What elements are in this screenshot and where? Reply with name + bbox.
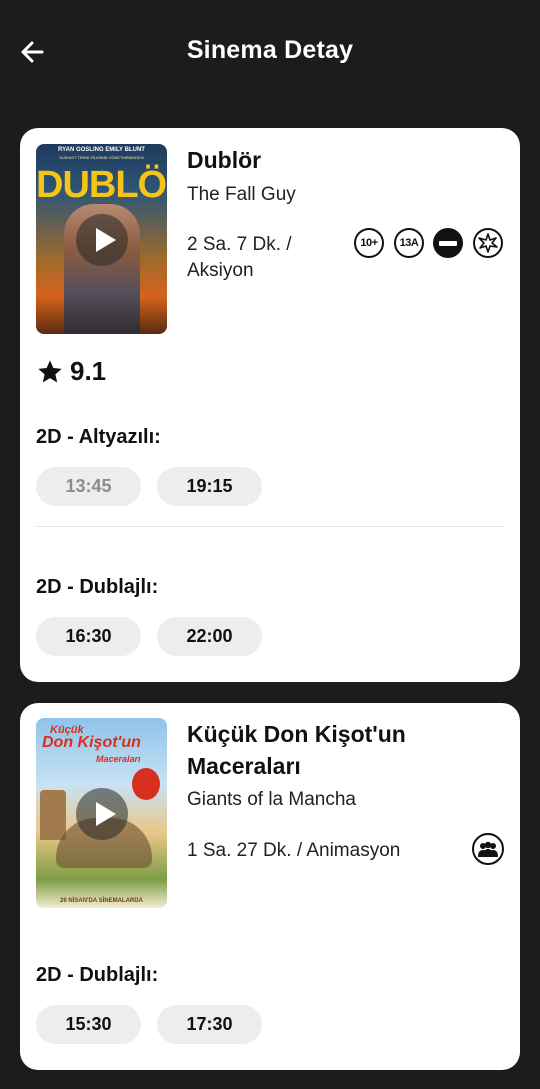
session-label: 2D - Dublajlı: (36, 964, 159, 986)
session-label: 2D - Altyazılı: (36, 426, 161, 448)
age-13a-icon: 13A (394, 228, 424, 258)
star-icon (38, 359, 62, 382)
showtime-button[interactable]: 22:00 (157, 617, 262, 656)
play-trailer-icon[interactable] (76, 788, 128, 840)
play-trailer-icon[interactable] (76, 214, 128, 266)
showtime-button[interactable]: 17:30 (157, 1005, 262, 1044)
duration-text: 1 Sa. 27 Dk. / Animasyon (187, 840, 401, 861)
genre-text: Aksiyon (187, 260, 254, 281)
poster-cast-text: RYAN GOSLING EMILY BLUNT (58, 147, 145, 153)
poster-logo: Maceraları (96, 754, 141, 764)
original-title: The Fall Guy (187, 184, 296, 205)
violence-icon (473, 228, 503, 258)
rating: 9.1 (36, 356, 106, 387)
movie-card: Küçük Don Kişot'un Maceraları 26 NİSAN'D… (20, 703, 520, 1070)
poster-badge (132, 768, 160, 800)
poster-logo: Don Kişot'un (42, 734, 141, 751)
movie-poster[interactable]: Küçük Don Kişot'un Maceraları 26 NİSAN'D… (36, 718, 167, 908)
showtime-button[interactable]: 19:15 (157, 467, 262, 506)
poster-logo: DUBLÖR (36, 164, 167, 206)
showtime-button[interactable]: 16:30 (36, 617, 141, 656)
poster-release-text: 26 NİSAN'DA SİNEMALARDA (60, 898, 143, 904)
movie-title: Küçük Don Kişot'un Maceraları (187, 721, 406, 779)
original-title: Giants of la Mancha (187, 789, 356, 810)
poster-tagline: SUİKAST TRENİ FİLMİNİN YÖNETMENİNDEN (59, 155, 144, 160)
movie-title: Dublör (187, 147, 262, 173)
age-10-plus-icon: 10+ (354, 228, 384, 258)
app-header: Sinema Detay (0, 0, 540, 105)
showtime-button[interactable]: 15:30 (36, 1005, 141, 1044)
poster-windmill (40, 790, 66, 840)
general-audience-icon (472, 833, 504, 865)
movie-poster[interactable]: RYAN GOSLING EMILY BLUNT SUİKAST TRENİ F… (36, 144, 167, 334)
showtime-button[interactable]: 13:45 (36, 467, 141, 506)
no-entry-icon (433, 228, 463, 258)
movie-card: RYAN GOSLING EMILY BLUNT SUİKAST TRENİ F… (20, 128, 520, 682)
divider (36, 526, 504, 527)
page-title: Sinema Detay (186, 36, 354, 64)
session-label: 2D - Dublajlı: (36, 576, 159, 598)
duration-text: 2 Sa. 7 Dk. / (187, 234, 292, 255)
rating-value: 9.1 (70, 356, 107, 386)
